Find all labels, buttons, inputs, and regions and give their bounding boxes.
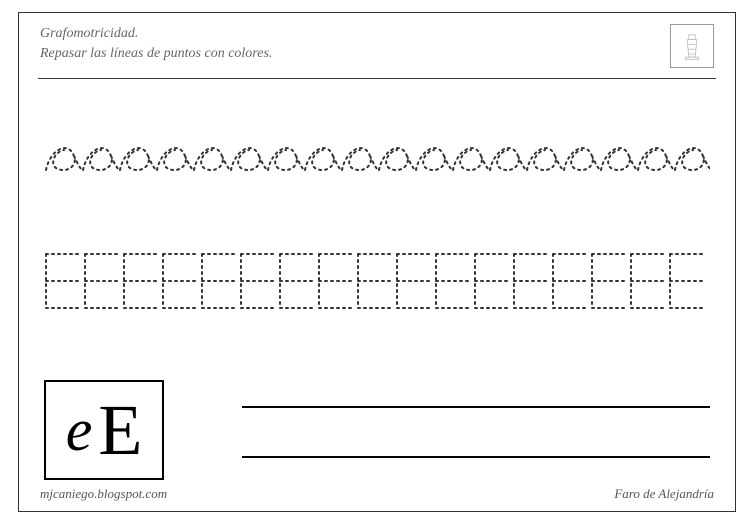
dotted-cursive-e-row: [44, 130, 710, 190]
lighthouse-icon: [670, 24, 714, 68]
title-line-2: Repasar las líneas de puntos con colores…: [40, 46, 272, 61]
tracing-row-lowercase-e: [44, 130, 710, 190]
sample-letter-box: e E: [44, 380, 164, 480]
header: Grafomotricidad. Repasar las líneas de p…: [40, 24, 714, 74]
worksheet-page: Grafomotricidad. Repasar las líneas de p…: [0, 0, 754, 524]
sample-lowercase: e: [66, 400, 93, 460]
title-line-1: Grafomotricidad.: [40, 26, 138, 41]
writing-lines: [242, 398, 710, 468]
worksheet-title: Grafomotricidad. Repasar las líneas de p…: [40, 24, 714, 63]
sample-uppercase: E: [98, 394, 142, 466]
header-divider: [38, 78, 716, 79]
tracing-row-uppercase-e: [44, 250, 710, 312]
writing-line-1: [242, 406, 710, 408]
footer-credit-left: mjcaniego.blogspot.com: [40, 486, 167, 502]
dotted-capital-e-row: [44, 250, 710, 312]
footer-credit-right: Faro de Alejandría: [614, 486, 714, 502]
writing-line-2: [242, 456, 710, 458]
